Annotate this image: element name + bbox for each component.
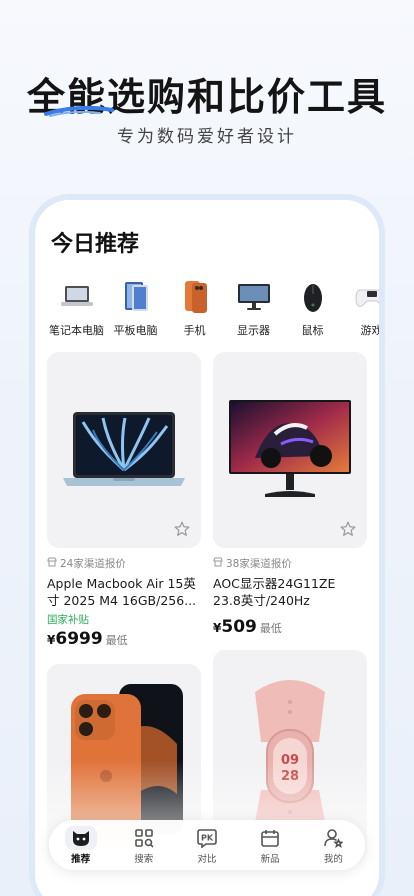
product-card[interactable]: 24家渠道报价 Apple Macbook Air 15英寸 2025 M4 1…	[47, 352, 201, 649]
category-gaming[interactable]: 游戏	[342, 280, 379, 338]
svg-text:PK: PK	[201, 833, 214, 842]
product-image-laptop	[47, 352, 201, 548]
favorite-star-icon[interactable]	[339, 520, 357, 538]
category-mouse[interactable]: 鼠标	[283, 280, 342, 338]
page-title: 今日推荐	[51, 232, 140, 257]
hero-underline-stroke	[44, 105, 114, 117]
tab-new[interactable]: 新品	[242, 826, 298, 865]
category-label: 手机	[183, 324, 206, 337]
product-image-monitor	[213, 352, 367, 548]
gamepad-icon	[352, 280, 379, 314]
category-tablet[interactable]: 平板电脑	[106, 280, 165, 338]
product-name: AOC显示器24G11ZE 23.8英寸/240Hz	[213, 576, 336, 608]
channel-quotes: 24家渠道报价	[47, 556, 201, 571]
mouse-icon	[293, 280, 333, 314]
price: ¥6999	[47, 629, 103, 649]
price-row: ¥509 最低	[213, 617, 367, 637]
category-label: 笔记本电脑	[49, 324, 104, 337]
favorite-star-icon[interactable]	[173, 520, 191, 538]
channel-quotes-text: 38家渠道报价	[226, 558, 292, 570]
tab-search[interactable]: 搜索	[116, 826, 172, 865]
category-monitor[interactable]: 显示器	[224, 280, 283, 338]
laptop-icon	[57, 280, 97, 314]
hero-subtitle: 专为数码爱好者设计	[117, 127, 297, 147]
app-screen: 今日推荐 笔记本电脑 平板电脑 手机 显示器 鼠标 游戏 24家渠道报价 App…	[35, 200, 379, 896]
tab-mine[interactable]: 我的	[305, 826, 361, 865]
category-strip: 笔记本电脑 平板电脑 手机 显示器 鼠标 游戏	[47, 280, 379, 338]
product-card[interactable]: 38家渠道报价 AOC显示器24G11ZE 23.8英寸/240Hz ¥509 …	[213, 352, 367, 637]
lowest-label: 最低	[259, 622, 282, 635]
phone-icon	[175, 280, 215, 314]
category-phone[interactable]: 手机	[165, 280, 224, 338]
search-grid-icon	[131, 826, 157, 850]
category-label: 鼠标	[301, 324, 324, 337]
product-name: Apple Macbook Air 15英寸 2025 M4 16GB/256.…	[47, 576, 197, 608]
category-label: 平板电脑	[113, 324, 158, 337]
channel-quotes-text: 24家渠道报价	[60, 558, 126, 570]
cat-face-icon	[64, 825, 97, 850]
phone-mockup: 今日推荐 笔记本电脑 平板电脑 手机 显示器 鼠标 游戏 24家渠道报价 App…	[29, 194, 385, 896]
category-laptop[interactable]: 笔记本电脑	[47, 280, 106, 338]
store-icon	[213, 557, 223, 570]
calendar-icon	[257, 826, 283, 850]
channel-quotes: 38家渠道报价	[213, 556, 367, 571]
tablet-icon	[116, 280, 156, 314]
profile-icon	[320, 826, 346, 850]
subsidy-tag: 国家补贴	[47, 614, 89, 626]
price: ¥509	[213, 617, 257, 637]
tab-recommend[interactable]: 推荐	[53, 825, 109, 865]
tab-compare[interactable]: PK 对比	[179, 826, 235, 865]
store-icon	[47, 557, 57, 570]
bottom-tab-bar: 推荐 搜索 PK 对比 新品 我的	[49, 820, 365, 870]
monitor-icon	[234, 280, 274, 314]
pk-icon: PK	[194, 826, 220, 850]
category-label: 显示器	[237, 324, 270, 337]
lowest-label: 最低	[105, 634, 128, 647]
category-label: 游戏	[360, 324, 380, 337]
price-row: ¥6999 最低	[47, 629, 201, 649]
